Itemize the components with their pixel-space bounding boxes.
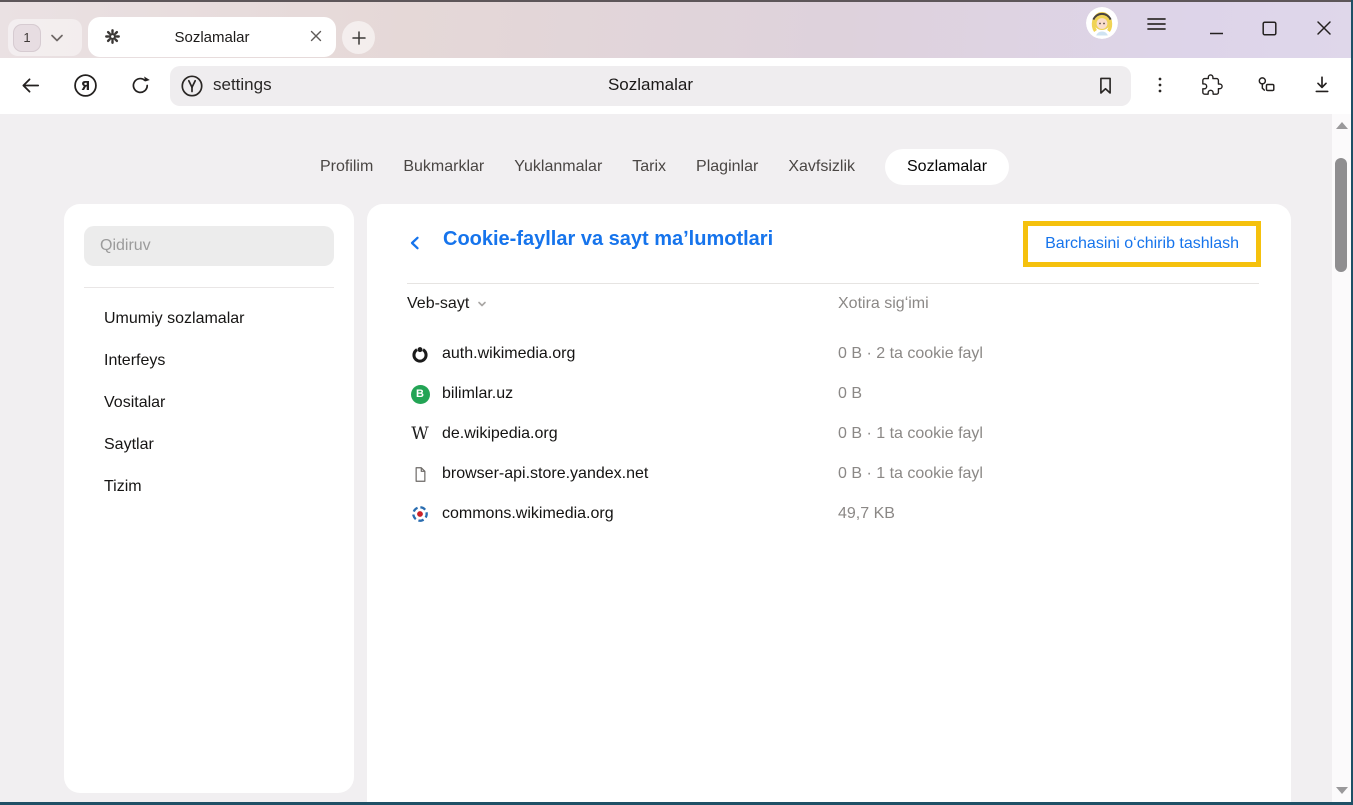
site-storage: 0 B	[838, 374, 862, 414]
tab-sozlamalar[interactable]: Sozlamalar	[885, 149, 1009, 185]
downloads-icon[interactable]	[1311, 74, 1333, 96]
tab-plaginlar[interactable]: Plaginlar	[696, 158, 758, 176]
site-storage: 0 B · 1 ta cookie fayl	[838, 414, 983, 454]
tab-tarix[interactable]: Tarix	[632, 158, 666, 176]
commons-icon	[410, 504, 430, 524]
table-header: Veb-sayt Xotira sigʻimi	[367, 284, 1291, 324]
header-back-icon[interactable]	[407, 235, 423, 251]
page-title: Sozlamalar	[170, 75, 1131, 95]
site-list: auth.wikimedia.org 0 B · 2 ta cookie fay…	[367, 334, 1291, 534]
site-domain: de.wikipedia.org	[442, 414, 558, 454]
minimize-icon[interactable]	[1202, 14, 1230, 42]
tab-count-badge: 1	[13, 24, 41, 52]
close-icon[interactable]	[1310, 14, 1338, 42]
sidebar-item-tizim[interactable]: Tizim	[64, 466, 354, 508]
sort-chevron-icon	[476, 298, 488, 310]
size-column-label: Xotira sigʻimi	[838, 284, 929, 324]
new-tab-button[interactable]	[342, 21, 375, 54]
table-row[interactable]: browser-api.store.yandex.net 0 B · 1 ta …	[367, 454, 1291, 494]
scrollbar-thumb[interactable]	[1335, 158, 1347, 272]
bilimlar-b-icon: B	[410, 384, 430, 404]
wikimedia-icon	[410, 344, 430, 364]
sort-by-site-button[interactable]: Veb-sayt	[407, 284, 488, 324]
tab-yuklanmalar[interactable]: Yuklanmalar	[514, 158, 602, 176]
panel-title: Cookie-fayllar va sayt maʼlumotlari	[443, 228, 773, 251]
site-domain: auth.wikimedia.org	[442, 334, 575, 374]
sidebar-list: Umumiy sozlamalar Interfeys Vositalar Sa…	[64, 298, 354, 508]
settings-sidebar: Umumiy sozlamalar Interfeys Vositalar Sa…	[64, 204, 354, 793]
table-row[interactable]: W de.wikipedia.org 0 B · 1 ta cookie fay…	[367, 414, 1291, 454]
chevron-down-icon	[50, 33, 64, 43]
scroll-up-icon[interactable]	[1336, 122, 1348, 129]
delete-all-button[interactable]: Barchasini oʻchirib tashlash	[1023, 221, 1261, 267]
window-border	[0, 0, 1353, 2]
bookmark-icon[interactable]	[1094, 74, 1117, 97]
site-storage: 0 B · 1 ta cookie fayl	[838, 454, 983, 494]
browser-toolbar: Я settings Sozlamalar	[0, 58, 1353, 114]
tab-settings[interactable]: Sozlamalar	[88, 17, 336, 57]
gear-icon	[104, 28, 121, 50]
site-storage: 0 B · 2 ta cookie fayl	[838, 334, 983, 374]
tab-xavfsizlik[interactable]: Xavfsizlik	[788, 158, 855, 176]
passwords-icon[interactable]	[1255, 74, 1277, 96]
kebab-menu-icon[interactable]	[1149, 74, 1171, 96]
hamburger-menu-icon[interactable]	[1146, 15, 1167, 38]
cookies-panel: Cookie-fayllar va sayt maʼlumotlari Barc…	[367, 204, 1291, 805]
yandex-logo-icon[interactable]: Я	[73, 73, 98, 98]
site-domain: commons.wikimedia.org	[442, 494, 614, 534]
divider	[84, 287, 334, 288]
tab-list-button[interactable]: 1	[8, 19, 82, 56]
address-bar[interactable]: settings Sozlamalar	[170, 66, 1131, 106]
svg-text:Я: Я	[81, 79, 90, 93]
wikipedia-w-icon: W	[410, 424, 430, 444]
site-column-label: Veb-sayt	[407, 295, 469, 313]
browser-window: 1 Sozlamalar	[0, 0, 1353, 805]
table-row[interactable]: B bilimlar.uz 0 B	[367, 374, 1291, 414]
sidebar-item-umumiy-sozlamalar[interactable]: Umumiy sozlamalar	[64, 298, 354, 340]
scroll-down-icon[interactable]	[1336, 787, 1348, 794]
extensions-icon[interactable]	[1201, 74, 1223, 96]
maximize-icon[interactable]	[1255, 14, 1283, 42]
back-icon[interactable]	[19, 74, 42, 97]
reload-icon[interactable]	[129, 74, 152, 97]
panel-header: Cookie-fayllar va sayt maʼlumotlari Barc…	[367, 204, 1291, 283]
site-domain: bilimlar.uz	[442, 374, 513, 414]
tab-strip: 1 Sozlamalar	[0, 0, 1353, 58]
site-storage: 49,7 KB	[838, 494, 895, 534]
close-icon[interactable]	[309, 29, 323, 43]
tab-profilim[interactable]: Profilim	[320, 158, 373, 176]
tab-title: Sozlamalar	[88, 29, 336, 46]
tab-bukmarklar[interactable]: Bukmarklar	[403, 158, 484, 176]
user-avatar[interactable]	[1086, 7, 1118, 39]
table-row[interactable]: commons.wikimedia.org 49,7 KB	[367, 494, 1291, 534]
site-domain: browser-api.store.yandex.net	[442, 454, 648, 494]
sidebar-item-saytlar[interactable]: Saytlar	[64, 424, 354, 466]
sidebar-item-vositalar[interactable]: Vositalar	[64, 382, 354, 424]
table-row[interactable]: auth.wikimedia.org 0 B · 2 ta cookie fay…	[367, 334, 1291, 374]
search-input[interactable]	[84, 226, 334, 266]
settings-nav-tabs: Profilim Bukmarklar Yuklanmalar Tarix Pl…	[0, 148, 1293, 186]
document-icon	[410, 464, 430, 484]
sidebar-item-interfeys[interactable]: Interfeys	[64, 340, 354, 382]
scrollbar[interactable]	[1332, 114, 1351, 802]
settings-page: Profilim Bukmarklar Yuklanmalar Tarix Pl…	[0, 114, 1353, 805]
